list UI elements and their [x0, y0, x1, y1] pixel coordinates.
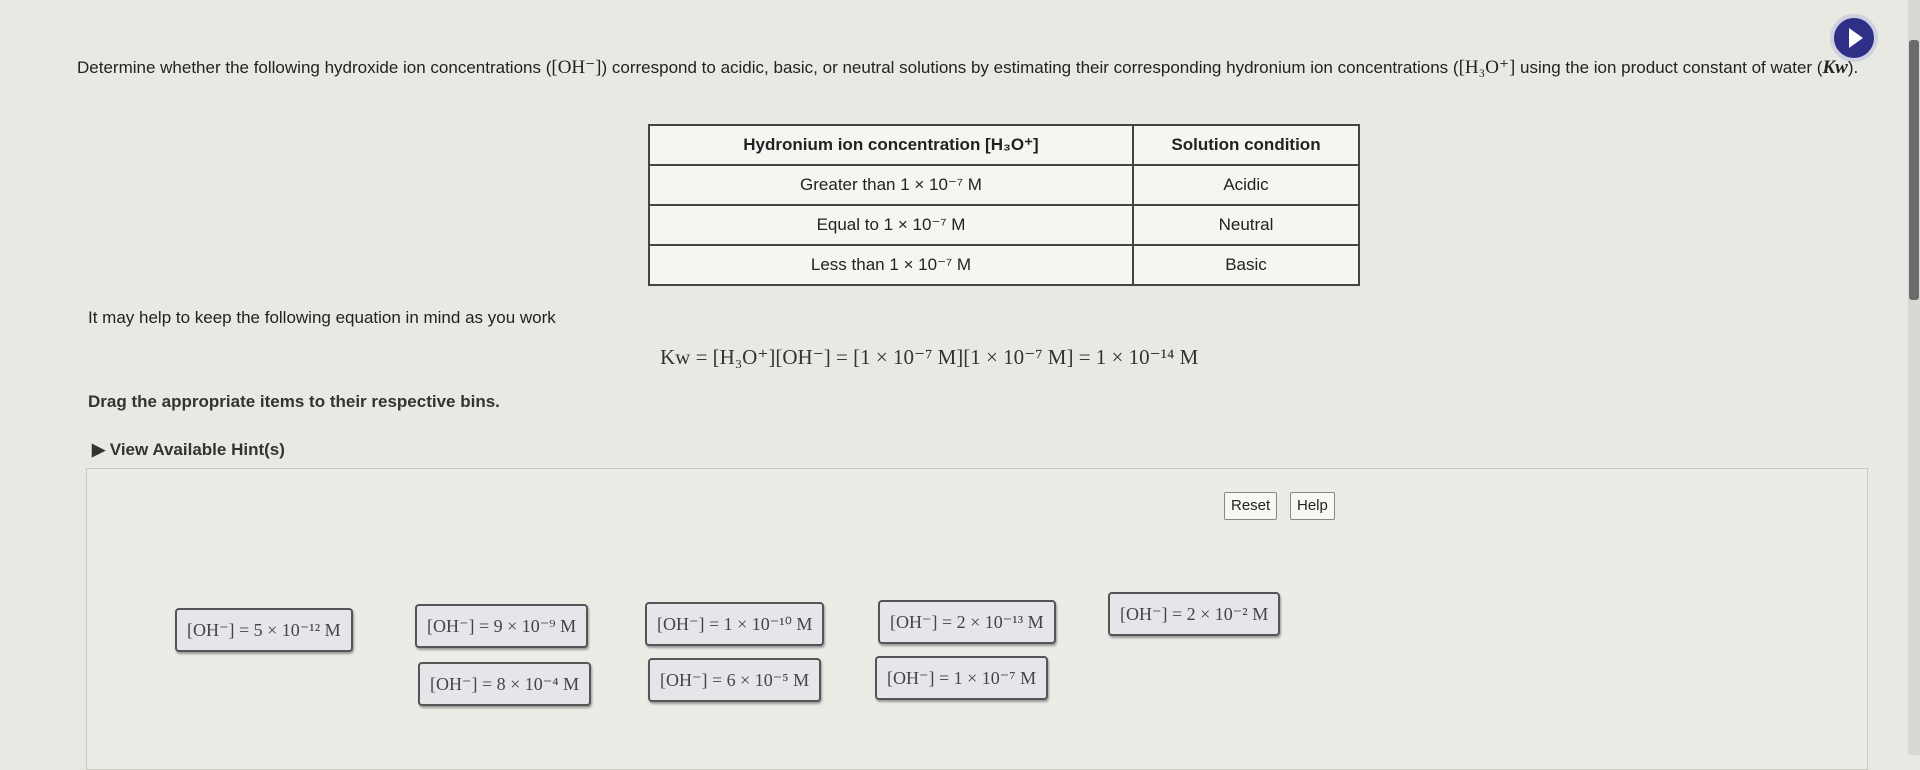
draggable-item[interactable]: [OH⁻] = 2 × 10⁻¹³ M — [878, 600, 1056, 644]
table-row: Less than 1 × 10⁻⁷ M Basic — [648, 244, 1360, 286]
draggable-item[interactable]: [OH⁻] = 5 × 10⁻¹² M — [175, 608, 353, 652]
reset-button[interactable]: Reset — [1224, 492, 1278, 520]
intro-part: ) correspond to acidic, basic, or neutra… — [601, 58, 1459, 77]
draggable-item[interactable]: [OH⁻] = 9 × 10⁻⁹ M — [415, 604, 589, 648]
cell: Equal to 1 × 10⁻⁷ M — [648, 204, 1134, 246]
drag-instruction: Drag the appropriate items to their resp… — [88, 392, 500, 411]
oh-symbol: [OH⁻] — [551, 57, 602, 78]
scrollbar-thumb[interactable] — [1909, 40, 1919, 300]
draggable-item[interactable]: [OH⁻] = 6 × 10⁻⁵ M — [648, 658, 822, 702]
table-header-row: Hydronium ion concentration [H₃O⁺] Solut… — [648, 124, 1360, 166]
draggable-item[interactable]: [OH⁻] = 1 × 10⁻¹⁰ M — [645, 602, 825, 646]
condition-table: Hydronium ion concentration [H₃O⁺] Solut… — [648, 124, 1360, 286]
cell: Greater than 1 × 10⁻⁷ M — [648, 164, 1134, 206]
header-concentration: Hydronium ion concentration [H₃O⁺] — [648, 124, 1134, 166]
draggable-item[interactable]: [OH⁻] = 2 × 10⁻² M — [1108, 592, 1281, 636]
help-text: It may help to keep the following equati… — [88, 308, 556, 327]
cell: Acidic — [1132, 164, 1360, 206]
play-button[interactable] — [1830, 14, 1878, 62]
draggable-item[interactable]: [OH⁻] = 1 × 10⁻⁷ M — [875, 656, 1049, 700]
table-row: Equal to 1 × 10⁻⁷ M Neutral — [648, 204, 1360, 246]
header-condition: Solution condition — [1132, 124, 1360, 166]
cell: Neutral — [1132, 204, 1360, 246]
cell: Less than 1 × 10⁻⁷ M — [648, 244, 1134, 286]
intro-part: ). — [1847, 58, 1859, 77]
help-button[interactable]: Help — [1290, 492, 1335, 520]
intro-part: using the ion product constant of water … — [1515, 58, 1823, 77]
h3o-symbol: [H₃O⁺] — [1458, 57, 1516, 78]
kw-symbol: Kw — [1822, 57, 1848, 78]
table-row: Greater than 1 × 10⁻⁷ M Acidic — [648, 164, 1360, 206]
view-hints-toggle[interactable]: ▶ View Available Hint(s) — [92, 440, 285, 460]
cell: Basic — [1132, 244, 1360, 286]
draggable-item[interactable]: [OH⁻] = 8 × 10⁻⁴ M — [418, 662, 592, 706]
kw-equation: Kw = [H₃O⁺][OH⁻] = [1 × 10⁻⁷ M][1 × 10⁻⁷… — [660, 345, 1199, 369]
instructions-text: Determine whether the following hydroxid… — [77, 56, 1867, 80]
triangle-right-icon: ▶ — [92, 440, 110, 459]
hint-label: View Available Hint(s) — [109, 440, 285, 459]
intro-part: Determine whether the following hydroxid… — [77, 58, 552, 77]
